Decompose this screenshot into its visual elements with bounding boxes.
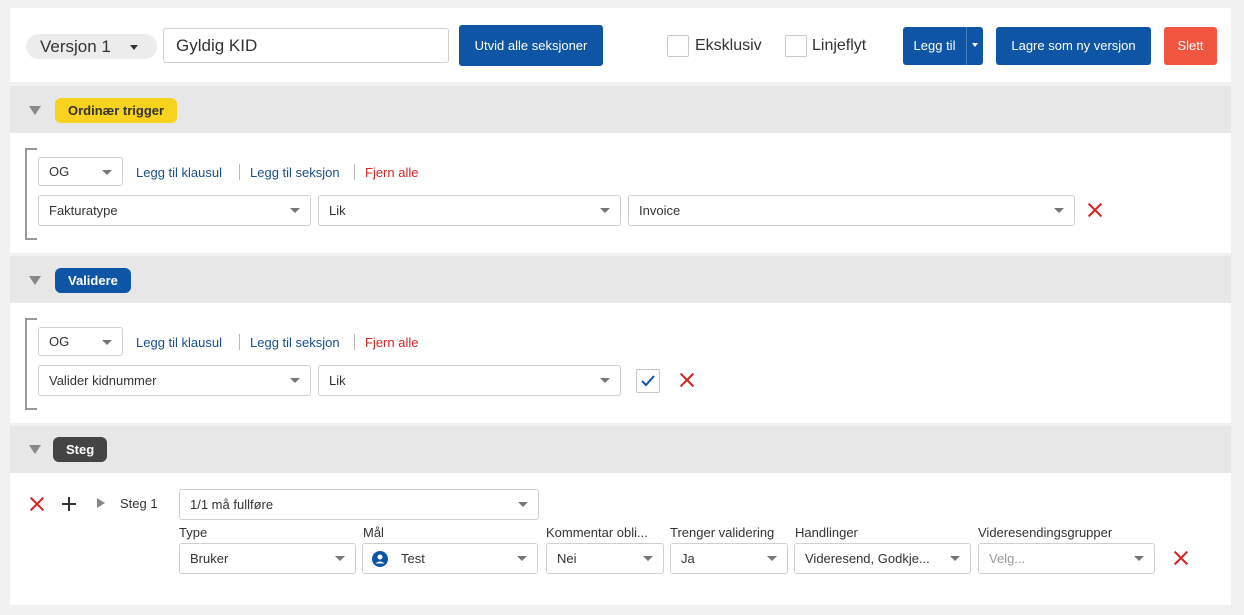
steps-tag: Steg: [53, 437, 108, 462]
steps-section-header: [10, 426, 1231, 473]
caret-down-icon: [600, 208, 610, 213]
caret-down-icon: [1134, 556, 1144, 561]
step-label: Steg 1: [120, 496, 158, 511]
needs-validation-select[interactable]: Ja: [670, 543, 788, 574]
validate-section-body: [10, 303, 1231, 423]
add-clause-link[interactable]: Legg til klausul: [136, 165, 222, 180]
collapse-triangle-icon[interactable]: [29, 106, 41, 115]
caret-down-icon: [517, 556, 527, 561]
delete-button[interactable]: Slett: [1164, 27, 1217, 65]
column-label-type: Type: [179, 525, 208, 540]
remove-clause-icon[interactable]: [679, 372, 695, 388]
forward-groups-select[interactable]: Velg...: [978, 543, 1155, 574]
column-label-needs-validation: Trenger validering: [670, 525, 775, 540]
field-value: Valider kidnummer: [49, 373, 157, 388]
column-label-forward-groups: Videresendingsgrupper: [978, 525, 1113, 540]
remove-step-icon[interactable]: [29, 496, 45, 512]
caret-down-icon: [767, 556, 777, 561]
type-select[interactable]: Bruker: [179, 543, 356, 574]
trigger-tag: Ordinær trigger: [55, 98, 178, 123]
remove-clause-icon[interactable]: [1087, 202, 1103, 218]
validate-section-header: [10, 256, 1231, 303]
forward-groups-placeholder: Velg...: [989, 551, 1026, 566]
column-label-target: Mål: [363, 525, 384, 540]
add-step-icon[interactable]: [61, 496, 77, 512]
divider: [354, 334, 355, 350]
type-value: Bruker: [190, 551, 229, 566]
actions-value: Videresend, Godkje...: [805, 551, 930, 566]
field-select[interactable]: Fakturatype: [38, 195, 311, 226]
comparison-value: Lik: [329, 373, 346, 388]
comparison-select[interactable]: Lik: [318, 195, 621, 226]
field-value: Fakturatype: [49, 203, 118, 218]
caret-down-icon: [518, 502, 528, 507]
user-icon: [372, 551, 388, 567]
needs-validation-value: Ja: [681, 551, 695, 566]
target-select[interactable]: Test: [362, 543, 538, 574]
add-button-label: Legg til: [913, 38, 956, 53]
add-dropdown-toggle[interactable]: [966, 27, 983, 65]
add-split-button[interactable]: Legg til: [903, 27, 983, 65]
checkmark-icon: [641, 375, 655, 387]
comment-required-select[interactable]: Nei: [546, 543, 664, 574]
comparison-select[interactable]: Lik: [318, 365, 621, 396]
actions-select[interactable]: Videresend, Godkje...: [794, 543, 971, 574]
target-value: Test: [401, 551, 425, 566]
trigger-section-header: [10, 86, 1231, 133]
value-select[interactable]: Invoice: [628, 195, 1075, 226]
collapse-triangle-icon[interactable]: [29, 276, 41, 285]
caret-down-icon: [290, 208, 300, 213]
caret-down-icon: [102, 340, 112, 345]
caret-down-icon: [102, 170, 112, 175]
operator-value: OG: [49, 334, 70, 349]
caret-down-icon: [290, 378, 300, 383]
remove-step-row-icon[interactable]: [1173, 550, 1189, 566]
remove-all-link[interactable]: Fjern alle: [365, 335, 418, 350]
validate-tag: Validere: [55, 268, 131, 293]
exclusive-checkbox[interactable]: [667, 35, 689, 57]
caret-down-icon: [130, 45, 138, 50]
caret-down-icon: [972, 43, 978, 47]
version-dropdown[interactable]: Versjon 1: [26, 34, 157, 59]
comparison-value: Lik: [329, 203, 346, 218]
expand-step-triangle-icon[interactable]: [97, 498, 105, 508]
save-new-version-button[interactable]: Lagre som ny versjon: [996, 27, 1151, 65]
version-label: Versjon 1: [40, 37, 111, 56]
divider: [354, 164, 355, 180]
operator-select[interactable]: OG: [38, 157, 123, 186]
collapse-triangle-icon[interactable]: [29, 445, 41, 454]
operator-select[interactable]: OG: [38, 327, 123, 356]
value-value: Invoice: [639, 203, 681, 218]
operator-value: OG: [49, 164, 70, 179]
add-section-link[interactable]: Legg til seksjon: [250, 335, 340, 350]
column-label-comment: Kommentar obli...: [546, 525, 648, 540]
value-checkbox[interactable]: [636, 369, 660, 393]
field-select[interactable]: Valider kidnummer: [38, 365, 311, 396]
add-clause-link[interactable]: Legg til klausul: [136, 335, 222, 350]
group-bracket: [25, 148, 37, 240]
caret-down-icon: [643, 556, 653, 561]
add-section-link[interactable]: Legg til seksjon: [250, 165, 340, 180]
trigger-section-body: [10, 133, 1231, 253]
completion-select[interactable]: 1/1 må fullføre: [179, 489, 539, 520]
completion-value: 1/1 må fullføre: [190, 497, 274, 512]
name-input[interactable]: Gyldig KID: [163, 28, 449, 63]
exclusive-label: Eksklusiv: [695, 37, 762, 54]
remove-all-link[interactable]: Fjern alle: [365, 165, 418, 180]
comment-value: Nei: [557, 551, 577, 566]
caret-down-icon: [1054, 208, 1064, 213]
caret-down-icon: [950, 556, 960, 561]
group-bracket: [25, 318, 37, 410]
lineflow-label: Linjeflyt: [812, 37, 867, 54]
divider: [239, 334, 240, 350]
column-label-actions: Handlinger: [795, 525, 858, 540]
caret-down-icon: [600, 378, 610, 383]
expand-all-button[interactable]: Utvid alle seksjoner: [459, 25, 603, 66]
lineflow-checkbox[interactable]: [785, 35, 807, 57]
divider: [239, 164, 240, 180]
caret-down-icon: [335, 556, 345, 561]
